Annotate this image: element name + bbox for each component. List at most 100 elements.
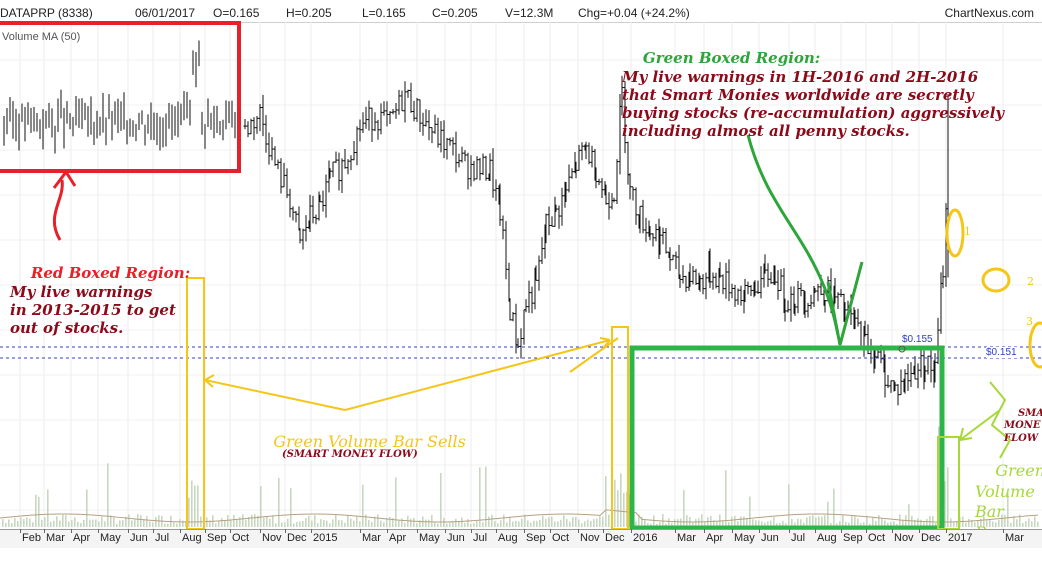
volume-bar [521, 518, 523, 527]
volume-bar [152, 522, 154, 527]
volume-bar [173, 522, 175, 527]
volume-bar [2, 519, 4, 527]
volume-bar [842, 514, 844, 527]
volume-bar [620, 473, 622, 527]
volume-bar [608, 514, 610, 527]
volume-bar [587, 519, 589, 527]
volume-bar [527, 520, 529, 527]
volume-bar [149, 521, 151, 527]
volume-bar [254, 514, 256, 527]
volume-bar [404, 522, 406, 527]
marker-ellipse-2 [981, 267, 1011, 293]
volume-bar [428, 519, 430, 527]
price-level-b: $0.151 [986, 347, 1017, 358]
volume-bar [878, 514, 880, 527]
volume-bar [617, 490, 619, 527]
volume-bar [614, 479, 616, 527]
volume-bar [74, 517, 76, 527]
volume-bar [53, 520, 55, 527]
volume-bar [296, 522, 298, 527]
volume-bar [131, 520, 133, 527]
volume-bar [215, 523, 217, 527]
volume-bar [599, 516, 601, 527]
volume-bar [77, 521, 79, 527]
x-tick [732, 529, 733, 533]
x-tick-label: Oct [868, 532, 886, 544]
x-tick [260, 529, 261, 533]
volume-bar [308, 515, 310, 527]
volume-bar [968, 518, 970, 527]
volume-bar [275, 523, 277, 527]
volume-bar [413, 517, 415, 527]
volume-bar [473, 523, 475, 527]
volume-bar [221, 517, 223, 527]
smart-money-flow-right-label: SMAR MONE FLOW [1004, 396, 1042, 457]
x-tick [550, 529, 551, 533]
volume-bar [749, 496, 751, 527]
volume-bar [539, 519, 541, 527]
volume-bar [812, 515, 814, 527]
x-tick-label: Mar [1005, 532, 1024, 544]
volume-bar [293, 523, 295, 527]
red-curve-arrow [53, 179, 64, 241]
volume-bar [98, 521, 100, 527]
x-tick [759, 529, 760, 533]
volume-bar [734, 515, 736, 527]
volume-bar [488, 516, 490, 527]
volume-bar [245, 519, 247, 527]
volume-bar [557, 521, 559, 527]
volume-bar [137, 514, 139, 527]
x-tick-label: Sep [526, 532, 546, 544]
x-tick-label: Sep [207, 532, 227, 544]
volume-bar [179, 519, 181, 527]
volume-bar [833, 488, 835, 527]
volume-bar [809, 516, 811, 527]
volume-bar [362, 484, 364, 527]
volume-bar [950, 518, 952, 527]
volume-bar [269, 518, 271, 527]
volume-bar [26, 517, 28, 527]
volume-bar [725, 470, 727, 527]
volume-bar [80, 523, 82, 527]
volume-bar [260, 486, 262, 527]
x-tick-label: Jul [791, 532, 806, 544]
volume-bar [560, 519, 562, 527]
volume-bar [578, 519, 580, 527]
volume-bar [224, 520, 226, 527]
volume-bar [731, 516, 733, 527]
x-tick-label: Mar [362, 532, 381, 544]
x-tick-label: Aug [182, 532, 202, 544]
volume-bar [113, 517, 115, 527]
volume-bar [575, 516, 577, 527]
volume-bar [47, 489, 49, 527]
volume-bar [167, 523, 169, 527]
volume-bar [317, 523, 319, 527]
x-tick [471, 529, 472, 533]
volume-bar [197, 485, 199, 527]
volume-bar [824, 515, 826, 527]
volume-bar [236, 519, 238, 527]
volume-bar [341, 520, 343, 527]
x-tick-label: Dec [605, 532, 625, 544]
x-tick-label: 2017 [948, 532, 973, 544]
x-tick-label: Jun [447, 532, 465, 544]
volume-bar [107, 463, 109, 527]
volume-bar [380, 520, 382, 527]
volume-bar [491, 514, 493, 527]
volume-bar [908, 504, 910, 527]
x-tick-label: Oct [232, 532, 250, 544]
x-tick-label: Sep [843, 532, 863, 544]
volume-bar [110, 515, 112, 527]
volume-bar [518, 521, 520, 527]
volume-bar [281, 522, 283, 527]
volume-bar [284, 522, 286, 527]
volume-bar [482, 522, 484, 527]
volume-bar [368, 519, 370, 527]
volume-bar [128, 514, 130, 527]
volume-bar [515, 520, 517, 527]
volume-bar [545, 518, 547, 527]
volume-bar [425, 519, 427, 527]
x-tick-label: May [734, 532, 755, 544]
chart-area[interactable]: DATAPRP (8338) 06/01/2017 O=0.165 H=0.20… [0, 0, 1042, 548]
volume-bar [965, 522, 967, 527]
